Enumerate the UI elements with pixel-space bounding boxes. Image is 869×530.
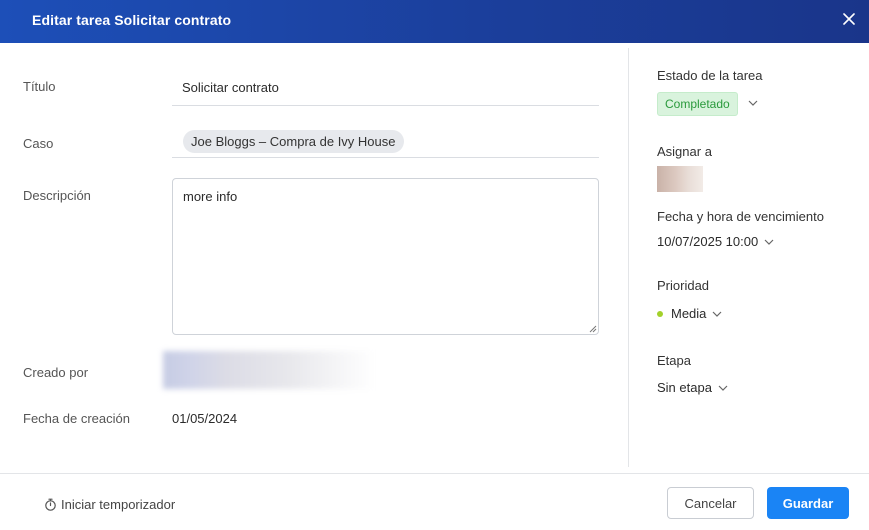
due-date-selector[interactable]: 10/07/2025 10:00 [657,234,774,249]
chevron-down-icon [712,311,722,317]
created-date-label: Fecha de creación [23,411,130,426]
title-input[interactable] [172,70,599,104]
priority-label: Prioridad [657,278,710,293]
close-button[interactable] [843,10,857,30]
start-timer-label: Iniciar temporizador [61,497,176,512]
stage-label: Etapa [657,353,691,368]
stage-value: Sin etapa [657,380,712,395]
priority-selector[interactable]: Media [657,306,722,321]
chevron-down-icon[interactable] [748,100,758,106]
description-textarea[interactable]: more info [172,178,599,335]
cancel-button[interactable]: Cancelar [667,487,754,519]
priority-value: Media [671,306,707,321]
stage-selector[interactable]: Sin etapa [657,380,728,395]
close-icon [843,13,855,25]
start-timer-button[interactable]: Iniciar temporizador [44,497,175,512]
assign-label: Asignar a [657,144,712,159]
resize-grip-icon[interactable] [589,325,597,333]
status-badge[interactable]: Completado [657,92,738,116]
chevron-down-icon [718,385,728,391]
case-label: Caso [23,136,54,151]
dialog-title: Editar tarea Solicitar contrato [32,12,232,28]
stopwatch-icon [45,498,56,511]
description-label: Descripción [23,188,91,203]
dialog-header: Editar tarea Solicitar contrato [0,0,869,43]
case-chip[interactable]: Joe Bloggs – Compra de Ivy House [183,130,404,153]
status-label: Estado de la tarea [657,68,763,83]
priority-dot-icon [657,310,663,317]
chevron-down-icon [764,239,774,245]
vertical-divider [628,48,629,467]
title-underline [172,105,599,106]
assignee-avatar[interactable] [657,166,703,192]
due-label: Fecha y hora de vencimiento [657,209,824,224]
save-button[interactable]: Guardar [767,487,849,519]
created-date-value: 01/05/2024 [172,411,238,426]
due-date-value: 10/07/2025 10:00 [657,234,759,249]
case-underline [172,157,599,158]
title-label: Título [23,79,56,94]
created-by-avatar [163,351,375,389]
created-by-label: Creado por [23,365,89,380]
footer-divider [0,473,869,474]
